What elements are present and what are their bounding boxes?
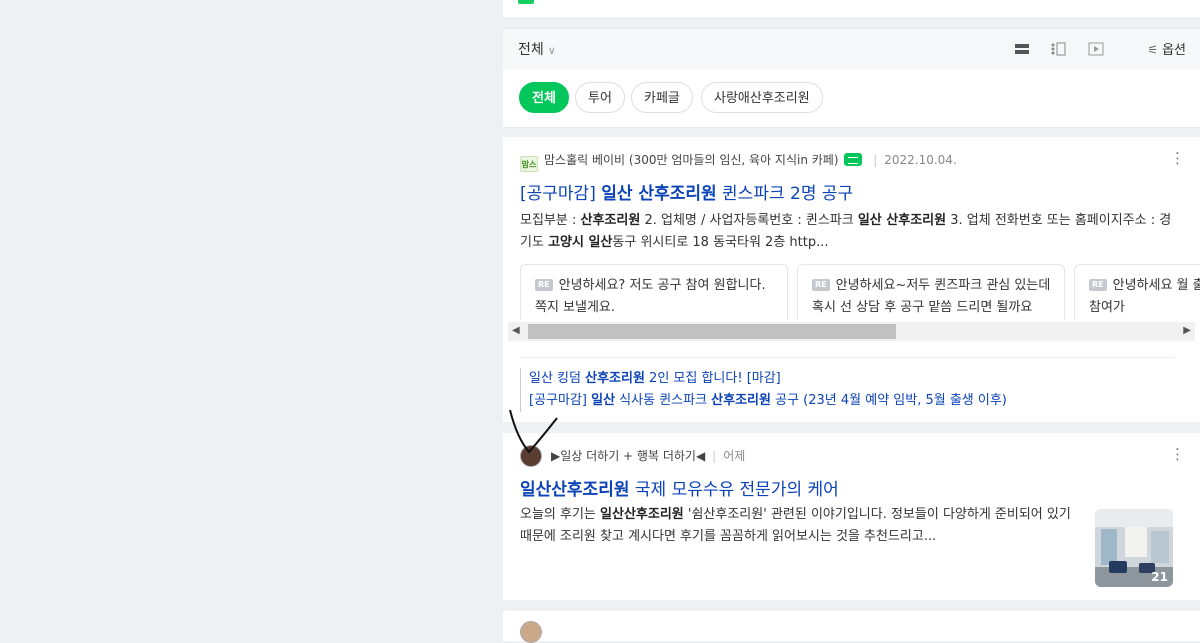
post-date: 어제 xyxy=(723,449,746,463)
chip-all[interactable]: 전체 xyxy=(519,82,569,113)
previous-panel-fragment xyxy=(503,0,1200,17)
desc-keyword: 일산산후조리원 xyxy=(600,507,684,522)
related-text: 일산 킹덤 xyxy=(529,371,586,386)
title-keyword: 일산산후조리원 xyxy=(520,480,630,500)
video-view-icon[interactable] xyxy=(1088,42,1104,56)
title-text: 국제 모유수유 전문가의 케어 xyxy=(629,480,839,500)
desc-keyword: 산후조리원 xyxy=(580,213,641,228)
title-text: 퀸스파크 2명 공구 xyxy=(716,184,854,204)
scroll-right-arrow-icon[interactable]: ▶ xyxy=(1183,325,1191,336)
result-card xyxy=(503,611,1200,643)
result-title-link[interactable]: 일산산후조리원 국제 모유수유 전문가의 케어 xyxy=(520,475,839,500)
reply-card[interactable]: RE 안녕하세요~저두 퀸즈파크 관심 있는데 혹시 선 상담 후 공구 맡씀 드… xyxy=(797,264,1065,320)
separator: | xyxy=(712,449,717,463)
related-post-link[interactable]: 일산 킹덤 산후조리원 2인 모집 합니다! [마감] xyxy=(520,368,1174,390)
more-options-icon[interactable]: ⋮ xyxy=(1170,445,1185,463)
related-text: 식사동 퀸스파크 xyxy=(615,393,712,408)
cafe-badge-icon xyxy=(844,153,863,166)
related-text: 공구 (23년 4월 예약 임박, 5월 출생 이후) xyxy=(770,393,1007,408)
scrollbar-thumb[interactable] xyxy=(528,324,896,339)
result-description: 오늘의 후기는 일산산후조리원 '쉼산후조리원' 관련된 이야기입니다. 정보들… xyxy=(520,504,1080,548)
more-options-icon[interactable]: ⋮ xyxy=(1170,149,1185,167)
chip-cafe-posts[interactable]: 카페글 xyxy=(631,82,693,113)
reply-text: 안녕하세요~저두 퀸즈파크 관심 있는데 혹시 선 상담 후 공구 맡씀 드리면… xyxy=(812,278,1051,315)
related-keyword: 일산 xyxy=(591,393,616,408)
horizontal-scrollbar[interactable]: ◀ ▶ xyxy=(508,322,1195,341)
filter-label: 전체 xyxy=(518,42,544,58)
desc-text: 2. 업체명 / 사업자등록번호 : 퀸스파크 xyxy=(640,213,858,228)
reply-card[interactable]: RE안녕하세요 월 출산도 참여가 xyxy=(1074,264,1200,320)
result-title-link[interactable]: [공구마감] 일산 산후조리원 퀸스파크 2명 공구 xyxy=(520,179,853,204)
title-keyword: 일산 산후조리원 xyxy=(601,184,717,204)
sliders-icon: ⚟ xyxy=(1147,43,1159,57)
reply-card[interactable]: RE 안녕하세요? 저도 공구 참여 원합니다. 쪽지 보낼게요. xyxy=(520,264,788,320)
desc-text: 모집부분 : xyxy=(520,213,581,228)
scroll-left-arrow-icon[interactable]: ◀ xyxy=(512,325,520,336)
search-results-column: 전체 ∨ ⚟ 옵션 전체 투어 카페글 사랑애산후조리원 맘스 맘스홀릭 베이비 (3… xyxy=(503,0,1200,643)
filter-dropdown[interactable]: 전체 ∨ xyxy=(518,39,556,59)
options-label: 옵션 xyxy=(1162,43,1186,58)
desc-keyword: 일산 산후조리원 xyxy=(857,213,947,228)
cafe-logo-icon: 맘스 xyxy=(520,156,538,172)
result-source: 맘스 맘스홀릭 베이비 (300만 엄마들의 임신, 육아 지식in 카페) | 2… xyxy=(520,151,957,172)
hand-drawn-mark xyxy=(509,409,558,454)
source-name[interactable]: 맘스홀릭 베이비 (300만 엄마들의 임신, 육아 지식in 카페) xyxy=(544,153,839,167)
related-keyword: 산후조리원 xyxy=(585,371,645,386)
related-posts: 일산 킹덤 산후조리원 2인 모집 합니다! [마감] [공구마감] 일산 식사… xyxy=(520,357,1174,412)
image-count: 21 xyxy=(1151,570,1168,584)
post-date: 2022.10.04. xyxy=(884,153,957,167)
result-card: 맘스 맘스홀릭 베이비 (300만 엄마들의 임신, 육아 지식in 카페) | 2… xyxy=(503,137,1200,422)
result-description: 모집부분 : 산후조리원 2. 업체명 / 사업자등록번호 : 퀸스파크 일산 … xyxy=(520,210,1180,254)
result-card: ▶일상 더하기 + 행복 더하기◀ | 어제 ⋮ 일산산후조리원 국제 모유수유 전… xyxy=(503,433,1200,600)
reply-badge: RE xyxy=(812,279,830,291)
green-badge-icon xyxy=(518,0,534,4)
chevron-down-icon: ∨ xyxy=(547,44,556,57)
desc-keyword: 고양시 일산 xyxy=(548,235,613,250)
related-post-link[interactable]: [공구마감] 일산 식사동 퀸스파크 산후조리원 공구 (23년 4월 예약 임… xyxy=(520,390,1174,412)
desc-text: 오늘의 후기는 xyxy=(520,507,601,522)
result-thumbnail[interactable]: 21 xyxy=(1095,509,1173,587)
related-text: [공구마감] xyxy=(529,393,592,408)
chip-tour[interactable]: 투어 xyxy=(575,82,625,113)
chip-saranghae-postnatal[interactable]: 사랑애산후조리원 xyxy=(701,82,823,113)
list-view-icon[interactable] xyxy=(1014,42,1030,56)
desc-text: 동구 위시티로 18 동국타워 2층 http... xyxy=(612,235,829,250)
related-text: 2인 모집 합니다! [마감] xyxy=(644,371,781,386)
compact-view-icon[interactable] xyxy=(1050,42,1066,56)
reply-badge: RE xyxy=(535,279,553,291)
reply-badge: RE xyxy=(1089,279,1107,291)
avatar[interactable] xyxy=(520,621,542,643)
results-toolbar: 전체 ∨ ⚟ 옵션 xyxy=(503,28,1200,70)
source-name[interactable]: ▶일상 더하기 + 행복 더하기◀ xyxy=(551,449,705,463)
result-source: ▶일상 더하기 + 행복 더하기◀ | 어제 xyxy=(551,447,745,464)
reply-text: 안녕하세요? 저도 공구 참여 원합니다. 쪽지 보낼게요. xyxy=(535,278,766,315)
related-keyword: 산후조리원 xyxy=(711,393,771,408)
separator: | xyxy=(873,153,878,167)
options-button[interactable]: ⚟ 옵션 xyxy=(1147,39,1186,58)
category-chips: 전체 투어 카페글 사랑애산후조리원 xyxy=(503,69,1200,128)
reply-carousel: RE 안녕하세요? 저도 공구 참여 원합니다. 쪽지 보낼게요. RE 안녕하세요… xyxy=(520,264,1200,320)
title-text: [공구마감] xyxy=(520,184,602,204)
